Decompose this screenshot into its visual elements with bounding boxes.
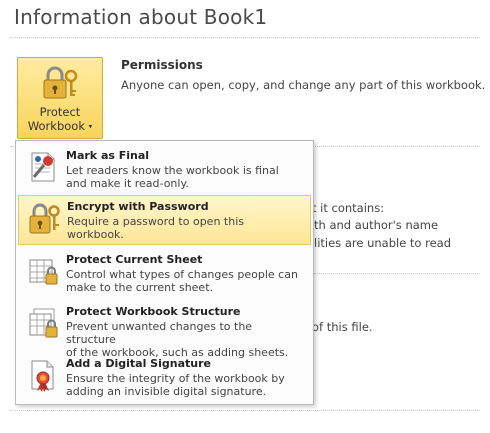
menu-item-protect-current-sheet[interactable]: Protect Current Sheet Control what types… bbox=[18, 248, 311, 298]
lock-keys-icon bbox=[43, 66, 78, 99]
menu-item-description: Require a password to open this workbook. bbox=[67, 215, 303, 241]
menu-item-title: Add a Digital Signature bbox=[66, 357, 211, 370]
protect-workbook-menu: Mark as Final Let readers know the workb… bbox=[15, 140, 314, 405]
menu-item-desc-line: adding an invisible digital signature. bbox=[66, 385, 267, 398]
protect-sheet-icon bbox=[29, 259, 58, 285]
page-title: Information about Book1 bbox=[14, 5, 268, 29]
title-divider bbox=[10, 37, 480, 38]
background-text: lities are unable to read bbox=[314, 236, 452, 250]
mark-final-icon bbox=[31, 152, 55, 182]
menu-item-desc-line: Ensure the integrity of the workbook by bbox=[66, 372, 285, 385]
background-text: t it contains: bbox=[312, 201, 385, 215]
menu-item-desc-line: and make it read-only. bbox=[66, 177, 189, 190]
protect-button-label-line1: Protect bbox=[39, 105, 81, 119]
menu-item-desc-line: Prevent unwanted changes to the structur… bbox=[66, 320, 253, 346]
menu-item-title: Protect Workbook Structure bbox=[66, 305, 241, 318]
menu-item-title: Encrypt with Password bbox=[67, 200, 209, 213]
menu-item-description: Control what types of changes people can… bbox=[66, 268, 302, 294]
menu-item-title: Mark as Final bbox=[66, 149, 150, 162]
menu-item-description: Ensure the integrity of the workbook by a… bbox=[66, 372, 302, 398]
menu-item-desc-line: make to the current sheet. bbox=[66, 281, 214, 294]
digital-signature-icon bbox=[31, 360, 54, 392]
menu-item-desc-line: Require a password to open this bbox=[67, 215, 244, 228]
background-text: th and author's name bbox=[314, 218, 439, 232]
menu-item-desc-line: Control what types of changes people can bbox=[66, 268, 298, 281]
permissions-heading: Permissions bbox=[121, 58, 203, 72]
chevron-down-icon: ▾ bbox=[88, 122, 93, 131]
menu-item-encrypt-with-password[interactable]: Encrypt with Password Require a password… bbox=[18, 195, 311, 245]
menu-item-mark-as-final[interactable]: Mark as Final Let readers know the workb… bbox=[18, 144, 311, 194]
encrypt-lock-icon bbox=[29, 203, 60, 234]
section-divider bbox=[10, 410, 480, 411]
menu-item-title: Protect Current Sheet bbox=[66, 253, 203, 266]
protect-workbook-button[interactable]: Protect Workbook ▾ bbox=[17, 57, 103, 139]
menu-item-description: Let readers know the workbook is final an… bbox=[66, 164, 302, 190]
menu-item-desc-line: Let readers know the workbook is final bbox=[66, 164, 279, 177]
permissions-description: Anyone can open, copy, and change any pa… bbox=[121, 78, 486, 92]
protect-button-label-line2: Workbook bbox=[27, 119, 85, 133]
background-text: of this file. bbox=[312, 320, 373, 334]
section-divider bbox=[314, 273, 480, 274]
menu-item-add-digital-signature[interactable]: Add a Digital Signature Ensure the integ… bbox=[18, 352, 311, 402]
menu-item-desc-line: workbook. bbox=[67, 228, 124, 241]
protect-structure-icon bbox=[29, 308, 58, 338]
menu-item-protect-workbook-structure[interactable]: Protect Workbook Structure Prevent unwan… bbox=[18, 300, 311, 359]
